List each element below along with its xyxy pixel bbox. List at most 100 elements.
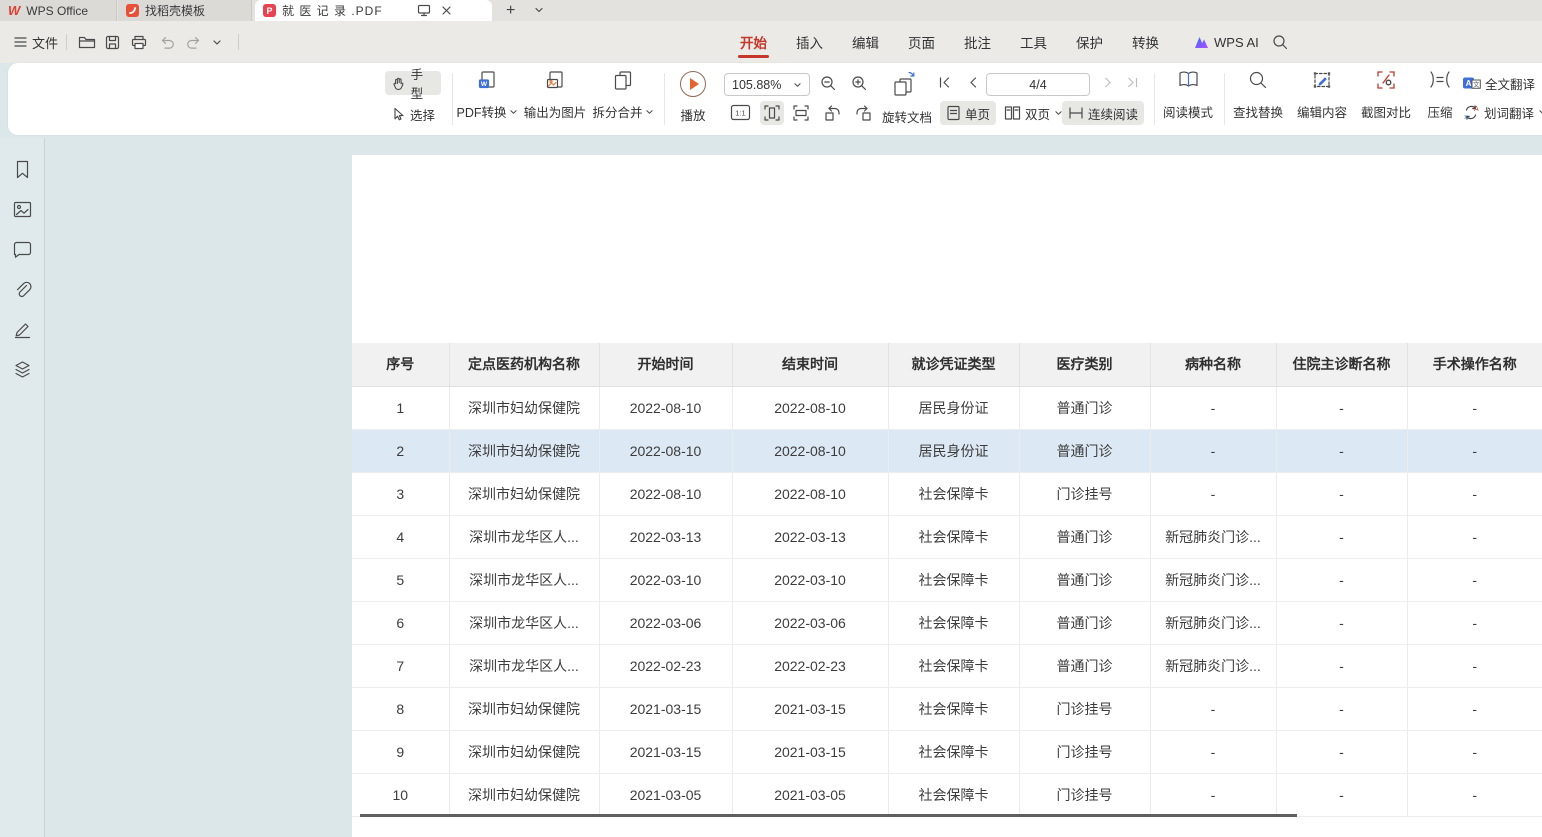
tab-docer[interactable]: 找稻壳模板 xyxy=(118,0,252,21)
menu-tab-page[interactable]: 页面 xyxy=(908,21,935,63)
menu-tab-edit[interactable]: 编辑 xyxy=(852,21,879,63)
edit-content-button[interactable]: 编辑内容 xyxy=(1292,67,1352,125)
double-page-button[interactable]: 双页 xyxy=(998,101,1069,125)
layers-panel-button[interactable] xyxy=(9,356,36,383)
column-header: 医疗类别 xyxy=(1019,343,1150,386)
undo-redo-dropdown[interactable] xyxy=(212,21,222,63)
find-replace-label: 查找替换 xyxy=(1233,102,1283,121)
export-image-button[interactable]: 输出为图片 xyxy=(522,67,588,125)
read-mode-button[interactable]: 阅读模式 xyxy=(1158,67,1218,125)
table-cell: 社会保障卡 xyxy=(888,601,1019,644)
comments-panel-button[interactable] xyxy=(9,236,36,263)
pdf-convert-button[interactable]: W PDF转换 xyxy=(456,67,518,125)
tab-wps-office[interactable]: W WPS Office xyxy=(0,0,117,21)
table-row[interactable]: 3深圳市妇幼保健院2022-08-102022-08-10社会保障卡门诊挂号--… xyxy=(352,472,1542,515)
close-tab-icon[interactable] xyxy=(441,5,452,16)
wps-ai-button[interactable]: WPS AI xyxy=(1194,21,1259,63)
rotate-left-button[interactable] xyxy=(823,103,842,122)
find-replace-button[interactable]: 查找替换 xyxy=(1228,67,1288,125)
table-cell: 2022-02-23 xyxy=(732,644,888,687)
redo-button[interactable] xyxy=(186,21,202,63)
zoom-out-button[interactable] xyxy=(820,75,838,93)
monitor-icon[interactable] xyxy=(417,4,431,17)
rotate-doc-label[interactable]: 旋转文档 xyxy=(882,107,932,126)
last-page-button[interactable] xyxy=(1126,76,1139,89)
compress-button[interactable]: 压缩 xyxy=(1420,67,1460,125)
save-button[interactable] xyxy=(105,21,120,63)
rotate-right-button[interactable] xyxy=(854,103,873,122)
table-cell: 深圳市妇幼保健院 xyxy=(449,687,599,730)
tab-bar: W WPS Office 找稻壳模板 P 就 医 记 录 .PDF + xyxy=(0,0,1542,21)
table-row[interactable]: 2深圳市妇幼保健院2022-08-102022-08-10居民身份证普通门诊--… xyxy=(352,429,1542,472)
zoom-in-button[interactable] xyxy=(851,75,869,93)
prev-page-button[interactable] xyxy=(967,76,979,89)
table-cell: - xyxy=(1150,773,1276,816)
open-file-button[interactable] xyxy=(78,21,96,63)
zoom-level-select[interactable]: 105.88% xyxy=(724,73,810,96)
docer-icon xyxy=(126,4,139,17)
select-tool-button[interactable]: 选择 xyxy=(385,102,441,126)
menu-tab-convert[interactable]: 转换 xyxy=(1132,21,1159,63)
next-page-button[interactable] xyxy=(1102,76,1114,89)
book-icon xyxy=(1177,70,1200,89)
bookmarks-panel-button[interactable] xyxy=(9,156,36,183)
column-header: 定点医药机构名称 xyxy=(449,343,599,386)
full-translate-icon: A文 xyxy=(1462,75,1481,91)
medical-records-table: 序号定点医药机构名称开始时间结束时间就诊凭证类型医疗类别病种名称住院主诊断名称手… xyxy=(352,343,1542,817)
continuous-read-button[interactable]: 连续阅读 xyxy=(1062,101,1144,125)
signature-panel-button[interactable] xyxy=(9,316,36,343)
page-indicator-input[interactable]: 4/4 xyxy=(986,73,1090,96)
table-row[interactable]: 10深圳市妇幼保健院2021-03-052021-03-05社会保障卡门诊挂号-… xyxy=(352,773,1542,816)
tab-list-dropdown-icon[interactable] xyxy=(534,3,544,17)
split-merge-button[interactable]: 拆分合并 xyxy=(592,67,654,125)
file-menu-button[interactable]: 文件 xyxy=(14,21,58,63)
select-tool-label: 选择 xyxy=(410,105,435,124)
menu-tab-comment[interactable]: 批注 xyxy=(964,21,991,63)
hand-tool-button[interactable]: 手型 xyxy=(385,71,441,95)
word-translate-button[interactable]: xA 划词翻译 xyxy=(1456,100,1542,124)
first-page-button[interactable] xyxy=(938,76,951,89)
menu-tab-tools[interactable]: 工具 xyxy=(1020,21,1047,63)
actual-size-icon: 1:1 xyxy=(730,104,751,121)
table-cell: - xyxy=(1276,773,1407,816)
table-row[interactable]: 5深圳市龙华区人...2022-03-102022-03-10社会保障卡普通门诊… xyxy=(352,558,1542,601)
pdf-icon: P xyxy=(263,4,276,17)
horizontal-scrollbar-thumb[interactable] xyxy=(360,814,1297,817)
screenshot-compare-button[interactable]: 截图对比 xyxy=(1356,67,1416,125)
fit-width-button[interactable] xyxy=(792,104,810,122)
single-page-button[interactable]: 单页 xyxy=(940,101,996,125)
replace-pages-button[interactable] xyxy=(890,70,918,97)
table-row[interactable]: 1深圳市妇幼保健院2022-08-102022-08-10居民身份证普通门诊--… xyxy=(352,386,1542,429)
pdf-page[interactable]: 序号定点医药机构名称开始时间结束时间就诊凭证类型医疗类别病种名称住院主诊断名称手… xyxy=(352,155,1542,837)
actual-size-button[interactable]: 1:1 xyxy=(730,104,751,121)
play-button[interactable] xyxy=(680,71,706,97)
paperclip-icon xyxy=(13,280,32,299)
new-tab-button[interactable]: + xyxy=(506,0,515,21)
print-button[interactable] xyxy=(131,21,147,63)
table-row[interactable]: 6深圳市龙华区人...2022-03-062022-03-06社会保障卡普通门诊… xyxy=(352,601,1542,644)
tab-document[interactable]: P 就 医 记 录 .PDF xyxy=(255,0,492,21)
menu-search-button[interactable] xyxy=(1272,21,1288,63)
table-cell: 8 xyxy=(352,687,449,730)
table-cell: 2022-08-10 xyxy=(732,429,888,472)
table-cell: 社会保障卡 xyxy=(888,515,1019,558)
fit-page-icon xyxy=(763,104,781,122)
menu-tab-protect[interactable]: 保护 xyxy=(1076,21,1103,63)
menu-tab-insert[interactable]: 插入 xyxy=(796,21,823,63)
menu-tab-home[interactable]: 开始 xyxy=(740,21,767,63)
table-cell: 深圳市龙华区人... xyxy=(449,644,599,687)
cursor-icon xyxy=(391,107,405,122)
full-translate-button[interactable]: A文 全文翻译 xyxy=(1456,71,1541,95)
table-row[interactable]: 7深圳市龙华区人...2022-02-232022-02-23社会保障卡普通门诊… xyxy=(352,644,1542,687)
table-cell: 2021-03-05 xyxy=(732,773,888,816)
fit-page-button[interactable] xyxy=(760,101,784,125)
table-row[interactable]: 8深圳市妇幼保健院2021-03-152021-03-15社会保障卡门诊挂号--… xyxy=(352,687,1542,730)
table-row[interactable]: 4深圳市龙华区人...2022-03-132022-03-13社会保障卡普通门诊… xyxy=(352,515,1542,558)
undo-icon xyxy=(159,36,175,49)
undo-button[interactable] xyxy=(159,21,175,63)
thumbnails-panel-button[interactable] xyxy=(9,196,36,223)
table-row[interactable]: 9深圳市妇幼保健院2021-03-152021-03-15社会保障卡门诊挂号--… xyxy=(352,730,1542,773)
column-header: 病种名称 xyxy=(1150,343,1276,386)
open-folder-icon xyxy=(78,35,96,49)
attachments-panel-button[interactable] xyxy=(9,276,36,303)
